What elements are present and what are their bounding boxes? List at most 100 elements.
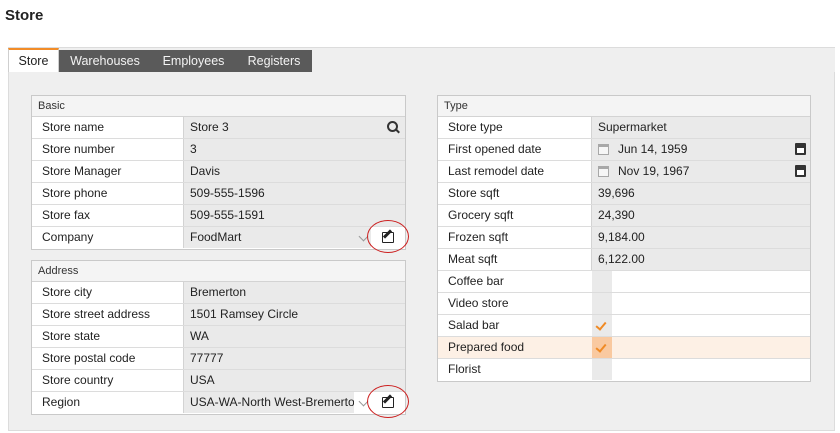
first-opened-label: First opened date	[448, 142, 542, 156]
grocery-sqft-label: Grocery sqft	[448, 208, 514, 222]
salad-bar-checkbox[interactable]	[592, 315, 810, 336]
store-manager-label: Store Manager	[42, 164, 122, 178]
coffee-bar-row: Coffee bar	[438, 271, 810, 293]
store-postal-field[interactable]: 77777	[183, 348, 405, 369]
store-country-field[interactable]: USA	[183, 370, 405, 391]
tab-employees[interactable]: Employees	[151, 50, 236, 73]
tab-bar: Store Warehouses Employees Registers	[8, 47, 835, 74]
checkbox-cell	[592, 315, 612, 336]
first-opened-field[interactable]: Jun 14, 1959	[591, 139, 810, 160]
last-remodel-value: Nov 19, 1967	[618, 164, 690, 178]
tab-warehouses[interactable]: Warehouses	[59, 50, 151, 73]
store-type-field[interactable]: Supermarket	[591, 117, 810, 138]
store-state-row: Store state WA	[32, 326, 405, 348]
type-group-header: Type	[438, 96, 810, 117]
store-fax-label: Store fax	[42, 208, 91, 222]
store-city-row: Store city Bremerton	[32, 282, 405, 304]
basic-group: Basic Store name Store 3 Store number 3 …	[31, 95, 409, 253]
date-marker	[591, 161, 592, 182]
florist-checkbox[interactable]	[592, 359, 810, 380]
last-remodel-row: Last remodel date Nov 19, 1967	[438, 161, 810, 183]
calendar-icon[interactable]	[795, 143, 806, 155]
store-postal-label: Store postal code	[42, 351, 136, 365]
region-select[interactable]: USA-WA-North West-Bremerton	[183, 392, 354, 413]
store-state-field[interactable]: WA	[183, 326, 405, 347]
calendar-grid-icon	[598, 166, 609, 177]
region-edit-button[interactable]	[367, 385, 409, 418]
salad-bar-label: Salad bar	[448, 318, 500, 332]
store-city-label: Store city	[42, 285, 93, 299]
store-phone-label: Store phone	[42, 186, 108, 200]
address-group-header: Address	[32, 261, 405, 282]
store-name-row: Store name Store 3	[32, 117, 405, 139]
store-phone-field[interactable]: 509-555-1596	[183, 183, 405, 204]
company-edit-button[interactable]	[367, 220, 409, 253]
checkbox-cell	[592, 337, 612, 358]
store-street-row: Store street address 1501 Ramsey Circle	[32, 304, 405, 326]
store-number-row: Store number 3	[32, 139, 405, 161]
frozen-sqft-row: Frozen sqft 9,184.00	[438, 227, 810, 249]
basic-group-header: Basic	[32, 96, 405, 117]
store-city-field[interactable]: Bremerton	[183, 282, 405, 303]
store-manager-field[interactable]: Davis	[183, 161, 405, 182]
checkmark-icon	[595, 319, 607, 331]
store-state-label: Store state	[42, 329, 101, 343]
prepared-food-checkbox[interactable]	[592, 337, 810, 358]
calendar-icon[interactable]	[795, 165, 806, 177]
grocery-sqft-field[interactable]: 24,390	[591, 205, 810, 226]
store-name-label: Store name	[42, 120, 105, 134]
store-fax-row: Store fax 509-555-1591	[32, 205, 405, 227]
frozen-sqft-label: Frozen sqft	[448, 230, 509, 244]
address-group: Address Store city Bremerton Store stree…	[31, 260, 409, 418]
store-street-label: Store street address	[42, 307, 151, 321]
prepared-food-row: Prepared food	[438, 337, 810, 359]
video-store-row: Video store	[438, 293, 810, 315]
store-country-row: Store country USA	[32, 370, 405, 392]
company-label: Company	[42, 230, 94, 244]
store-postal-row: Store postal code 77777	[32, 348, 405, 370]
store-type-row: Store type Supermarket	[438, 117, 810, 139]
store-sqft-label: Store sqft	[448, 186, 500, 200]
first-opened-row: First opened date Jun 14, 1959	[438, 139, 810, 161]
region-label: Region	[42, 395, 81, 409]
region-value: USA-WA-North West-Bremerton	[190, 395, 354, 409]
store-number-label: Store number	[42, 142, 115, 156]
store-number-field[interactable]: 3	[183, 139, 405, 160]
edit-icon	[382, 231, 394, 243]
meat-sqft-label: Meat sqft	[448, 252, 498, 266]
checkbox-cell	[592, 359, 612, 380]
checkbox-cell	[592, 293, 612, 314]
page-title: Store	[5, 7, 44, 24]
store-fax-field[interactable]: 509-555-1591	[183, 205, 405, 226]
calendar-grid-icon	[598, 144, 609, 155]
store-country-label: Store country	[42, 373, 114, 387]
last-remodel-field[interactable]: Nov 19, 1967	[591, 161, 810, 182]
meat-sqft-field[interactable]: 6,122.00	[591, 249, 810, 270]
prepared-food-label: Prepared food	[448, 340, 525, 354]
tab-registers[interactable]: Registers	[236, 50, 312, 73]
video-store-checkbox[interactable]	[592, 293, 810, 314]
company-value: FoodMart	[190, 230, 242, 244]
company-select[interactable]: FoodMart	[183, 227, 371, 248]
checkbox-cell	[592, 271, 612, 292]
date-marker	[591, 139, 592, 160]
search-icon[interactable]	[387, 121, 400, 134]
salad-bar-row: Salad bar	[438, 315, 810, 337]
tab-store[interactable]: Store	[8, 48, 59, 74]
frozen-sqft-field[interactable]: 9,184.00	[591, 227, 810, 248]
video-store-label: Video store	[448, 296, 509, 310]
store-manager-row: Store Manager Davis	[32, 161, 405, 183]
coffee-bar-checkbox[interactable]	[592, 271, 810, 292]
coffee-bar-label: Coffee bar	[448, 274, 504, 288]
checkmark-icon	[595, 341, 607, 353]
store-street-field[interactable]: 1501 Ramsey Circle	[183, 304, 405, 325]
store-type-label: Store type	[448, 120, 503, 134]
grocery-sqft-row: Grocery sqft 24,390	[438, 205, 810, 227]
region-row: Region USA-WA-North West-Bremerton	[32, 385, 409, 418]
store-sqft-row: Store sqft 39,696	[438, 183, 810, 205]
store-sqft-field[interactable]: 39,696	[591, 183, 810, 204]
company-row: Company FoodMart	[32, 220, 409, 253]
store-name-field[interactable]: Store 3	[183, 117, 405, 138]
florist-label: Florist	[448, 362, 481, 376]
florist-row: Florist	[438, 359, 810, 381]
